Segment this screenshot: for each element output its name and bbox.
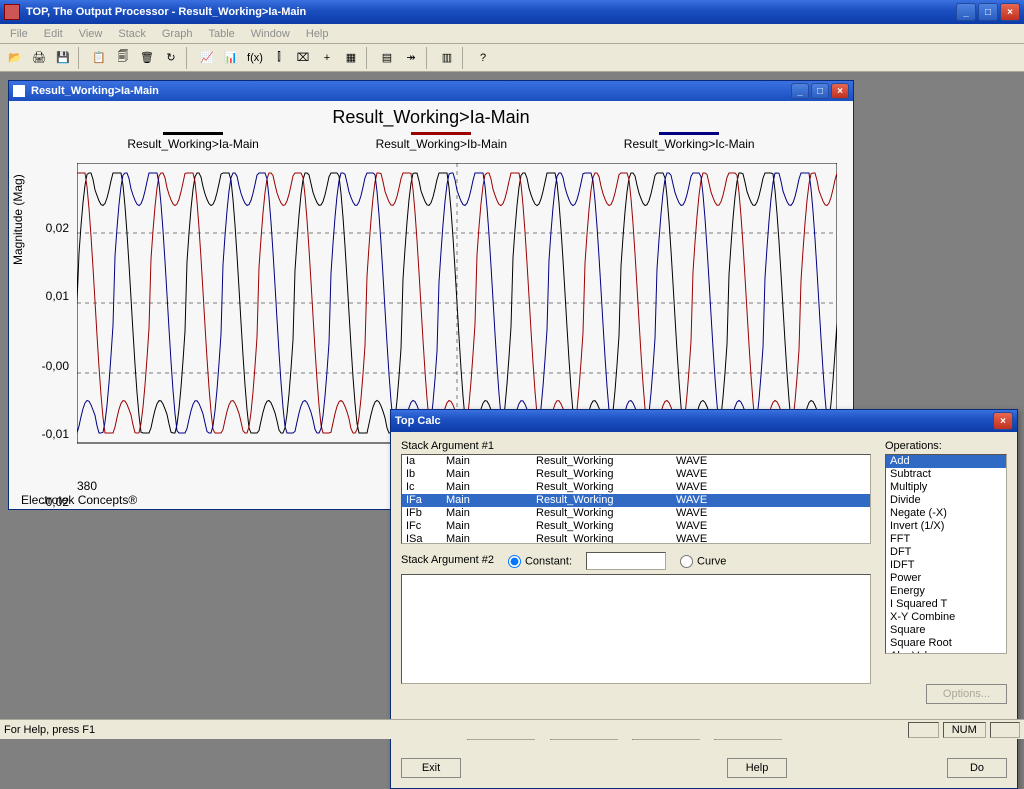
menu-table[interactable]: Table: [202, 26, 240, 42]
refresh-icon[interactable]: ↻: [160, 47, 182, 69]
status-empty2: [990, 722, 1020, 738]
op-item[interactable]: X-Y Combine: [886, 611, 1006, 624]
menubar: FileEditViewStackGraphTable WindowHelp: [0, 24, 1024, 44]
ytick: -0,00: [27, 359, 69, 373]
menu-help[interactable]: Help: [300, 26, 335, 42]
op-item[interactable]: Subtract: [886, 468, 1006, 481]
chart-maximize-button[interactable]: □: [811, 83, 829, 99]
dialog-titlebar: Top Calc ×: [391, 410, 1017, 432]
mdi-area: Result_Working>Ia-Main _ □ × Result_Work…: [0, 72, 1024, 719]
copy-icon[interactable]: 📋: [88, 47, 110, 69]
menu-file[interactable]: File: [4, 26, 34, 42]
arg2-area[interactable]: [401, 574, 871, 684]
maximize-button[interactable]: □: [978, 3, 998, 21]
legend-item: Result_Working>Ib-Main: [376, 132, 508, 151]
arg2-curve-radio[interactable]: Curve: [680, 555, 726, 568]
dialog-title: Top Calc: [395, 415, 993, 427]
ytick: -0,01: [27, 427, 69, 441]
op-item[interactable]: Negate (-X): [886, 507, 1006, 520]
app-icon: [4, 4, 20, 20]
ops-label: Operations:: [885, 440, 1007, 452]
ytick: 0,02: [27, 221, 69, 235]
analysis-icon[interactable]: ⌧: [292, 47, 314, 69]
ytick: -0,02: [27, 495, 69, 509]
op-item[interactable]: Multiply: [886, 481, 1006, 494]
delete-icon[interactable]: 🗑: [136, 47, 158, 69]
y-axis-label: Magnitude (Mag): [11, 174, 25, 265]
legend-item: Result_Working>Ic-Main: [624, 132, 755, 151]
main-titlebar: TOP, The Output Processor - Result_Worki…: [0, 0, 1024, 24]
menu-graph[interactable]: Graph: [156, 26, 199, 42]
menu-stack[interactable]: Stack: [112, 26, 152, 42]
arg2-constant-radio[interactable]: Constant:: [508, 555, 572, 568]
options-button[interactable]: Options...: [926, 684, 1007, 704]
arg1-row[interactable]: IFbMainResult_WorkingWAVE: [402, 507, 870, 520]
chart-window-title: Result_Working>Ia-Main: [31, 85, 791, 97]
arg1-listbox[interactable]: IaMainResult_WorkingWAVEIbMainResult_Wor…: [401, 454, 871, 544]
status-num: NUM: [943, 722, 986, 738]
chart-window-icon: [13, 85, 25, 97]
menu-window[interactable]: Window: [245, 26, 296, 42]
crosshair-icon[interactable]: +: [316, 47, 338, 69]
menu-view[interactable]: View: [73, 26, 109, 42]
help-icon[interactable]: ?: [472, 47, 494, 69]
dialog-close-button[interactable]: ×: [993, 412, 1013, 430]
do-button[interactable]: Do: [947, 758, 1007, 778]
ops-listbox[interactable]: AddSubtractMultiplyDivideNegate (-X)Inve…: [885, 454, 1007, 654]
open-icon[interactable]: 📂: [4, 47, 26, 69]
grid-icon[interactable]: ▦: [340, 47, 362, 69]
op-item[interactable]: Square: [886, 624, 1006, 637]
chart-legend: Result_Working>Ia-Main Result_Working>Ib-…: [9, 128, 853, 151]
arg1-row[interactable]: IcMainResult_WorkingWAVE: [402, 481, 870, 494]
statusbar: For Help, press F1 NUM: [0, 719, 1024, 739]
chart-titlebar: Result_Working>Ia-Main _ □ ×: [9, 81, 853, 101]
op-item[interactable]: Divide: [886, 494, 1006, 507]
op-item[interactable]: I Squared T: [886, 598, 1006, 611]
op-item[interactable]: Square Root: [886, 637, 1006, 650]
op-item[interactable]: DFT: [886, 546, 1006, 559]
arg1-row[interactable]: IaMainResult_WorkingWAVE: [402, 455, 870, 468]
app-title: TOP, The Output Processor - Result_Worki…: [26, 6, 956, 18]
list-icon[interactable]: ▤: [376, 47, 398, 69]
help-button[interactable]: Help: [727, 758, 787, 778]
arg2-constant-input[interactable]: [586, 552, 666, 570]
op-item[interactable]: FFT: [886, 533, 1006, 546]
legend-item: Result_Working>Ia-Main: [127, 132, 259, 151]
chart-minimize-button[interactable]: _: [791, 83, 809, 99]
minimize-button[interactable]: _: [956, 3, 976, 21]
op-item[interactable]: Invert (1/X): [886, 520, 1006, 533]
fx-icon[interactable]: f(x): [244, 47, 266, 69]
toolbar: 📂🖨💾 📋🗐🗑↻ 📈📊f(x)⫿⌧+▦ ▤↠ ▥?: [0, 44, 1024, 72]
op-item[interactable]: IDFT: [886, 559, 1006, 572]
stack-icon[interactable]: 🗐: [112, 47, 134, 69]
close-button[interactable]: ×: [1000, 3, 1020, 21]
print-icon[interactable]: 🖨: [28, 47, 50, 69]
ytick: 0,01: [27, 289, 69, 303]
plot-line-icon[interactable]: 📈: [196, 47, 218, 69]
exit-button[interactable]: Exit: [401, 758, 461, 778]
arg1-row[interactable]: IbMainResult_WorkingWAVE: [402, 468, 870, 481]
op-item[interactable]: Power: [886, 572, 1006, 585]
status-empty1: [908, 722, 938, 738]
xtick: 380: [77, 479, 97, 493]
plot-bar-icon[interactable]: 📊: [220, 47, 242, 69]
chart-title: Result_Working>Ia-Main: [9, 101, 853, 128]
arg1-row[interactable]: IFaMainResult_WorkingWAVE: [402, 494, 870, 507]
save-icon[interactable]: 💾: [52, 47, 74, 69]
chart-close-button[interactable]: ×: [831, 83, 849, 99]
arg1-row[interactable]: IFcMainResult_WorkingWAVE: [402, 520, 870, 533]
arg1-row[interactable]: ISaMainResult_WorkingWAVE: [402, 533, 870, 544]
arg2-label: Stack Argument #2: [401, 554, 494, 566]
status-hint: For Help, press F1: [4, 724, 95, 736]
bar-chart-icon[interactable]: ⫿: [268, 47, 290, 69]
page-icon[interactable]: ▥: [436, 47, 458, 69]
op-item[interactable]: Energy: [886, 585, 1006, 598]
op-item[interactable]: Add: [886, 455, 1006, 468]
menu-edit[interactable]: Edit: [38, 26, 69, 42]
shift-icon[interactable]: ↠: [400, 47, 422, 69]
